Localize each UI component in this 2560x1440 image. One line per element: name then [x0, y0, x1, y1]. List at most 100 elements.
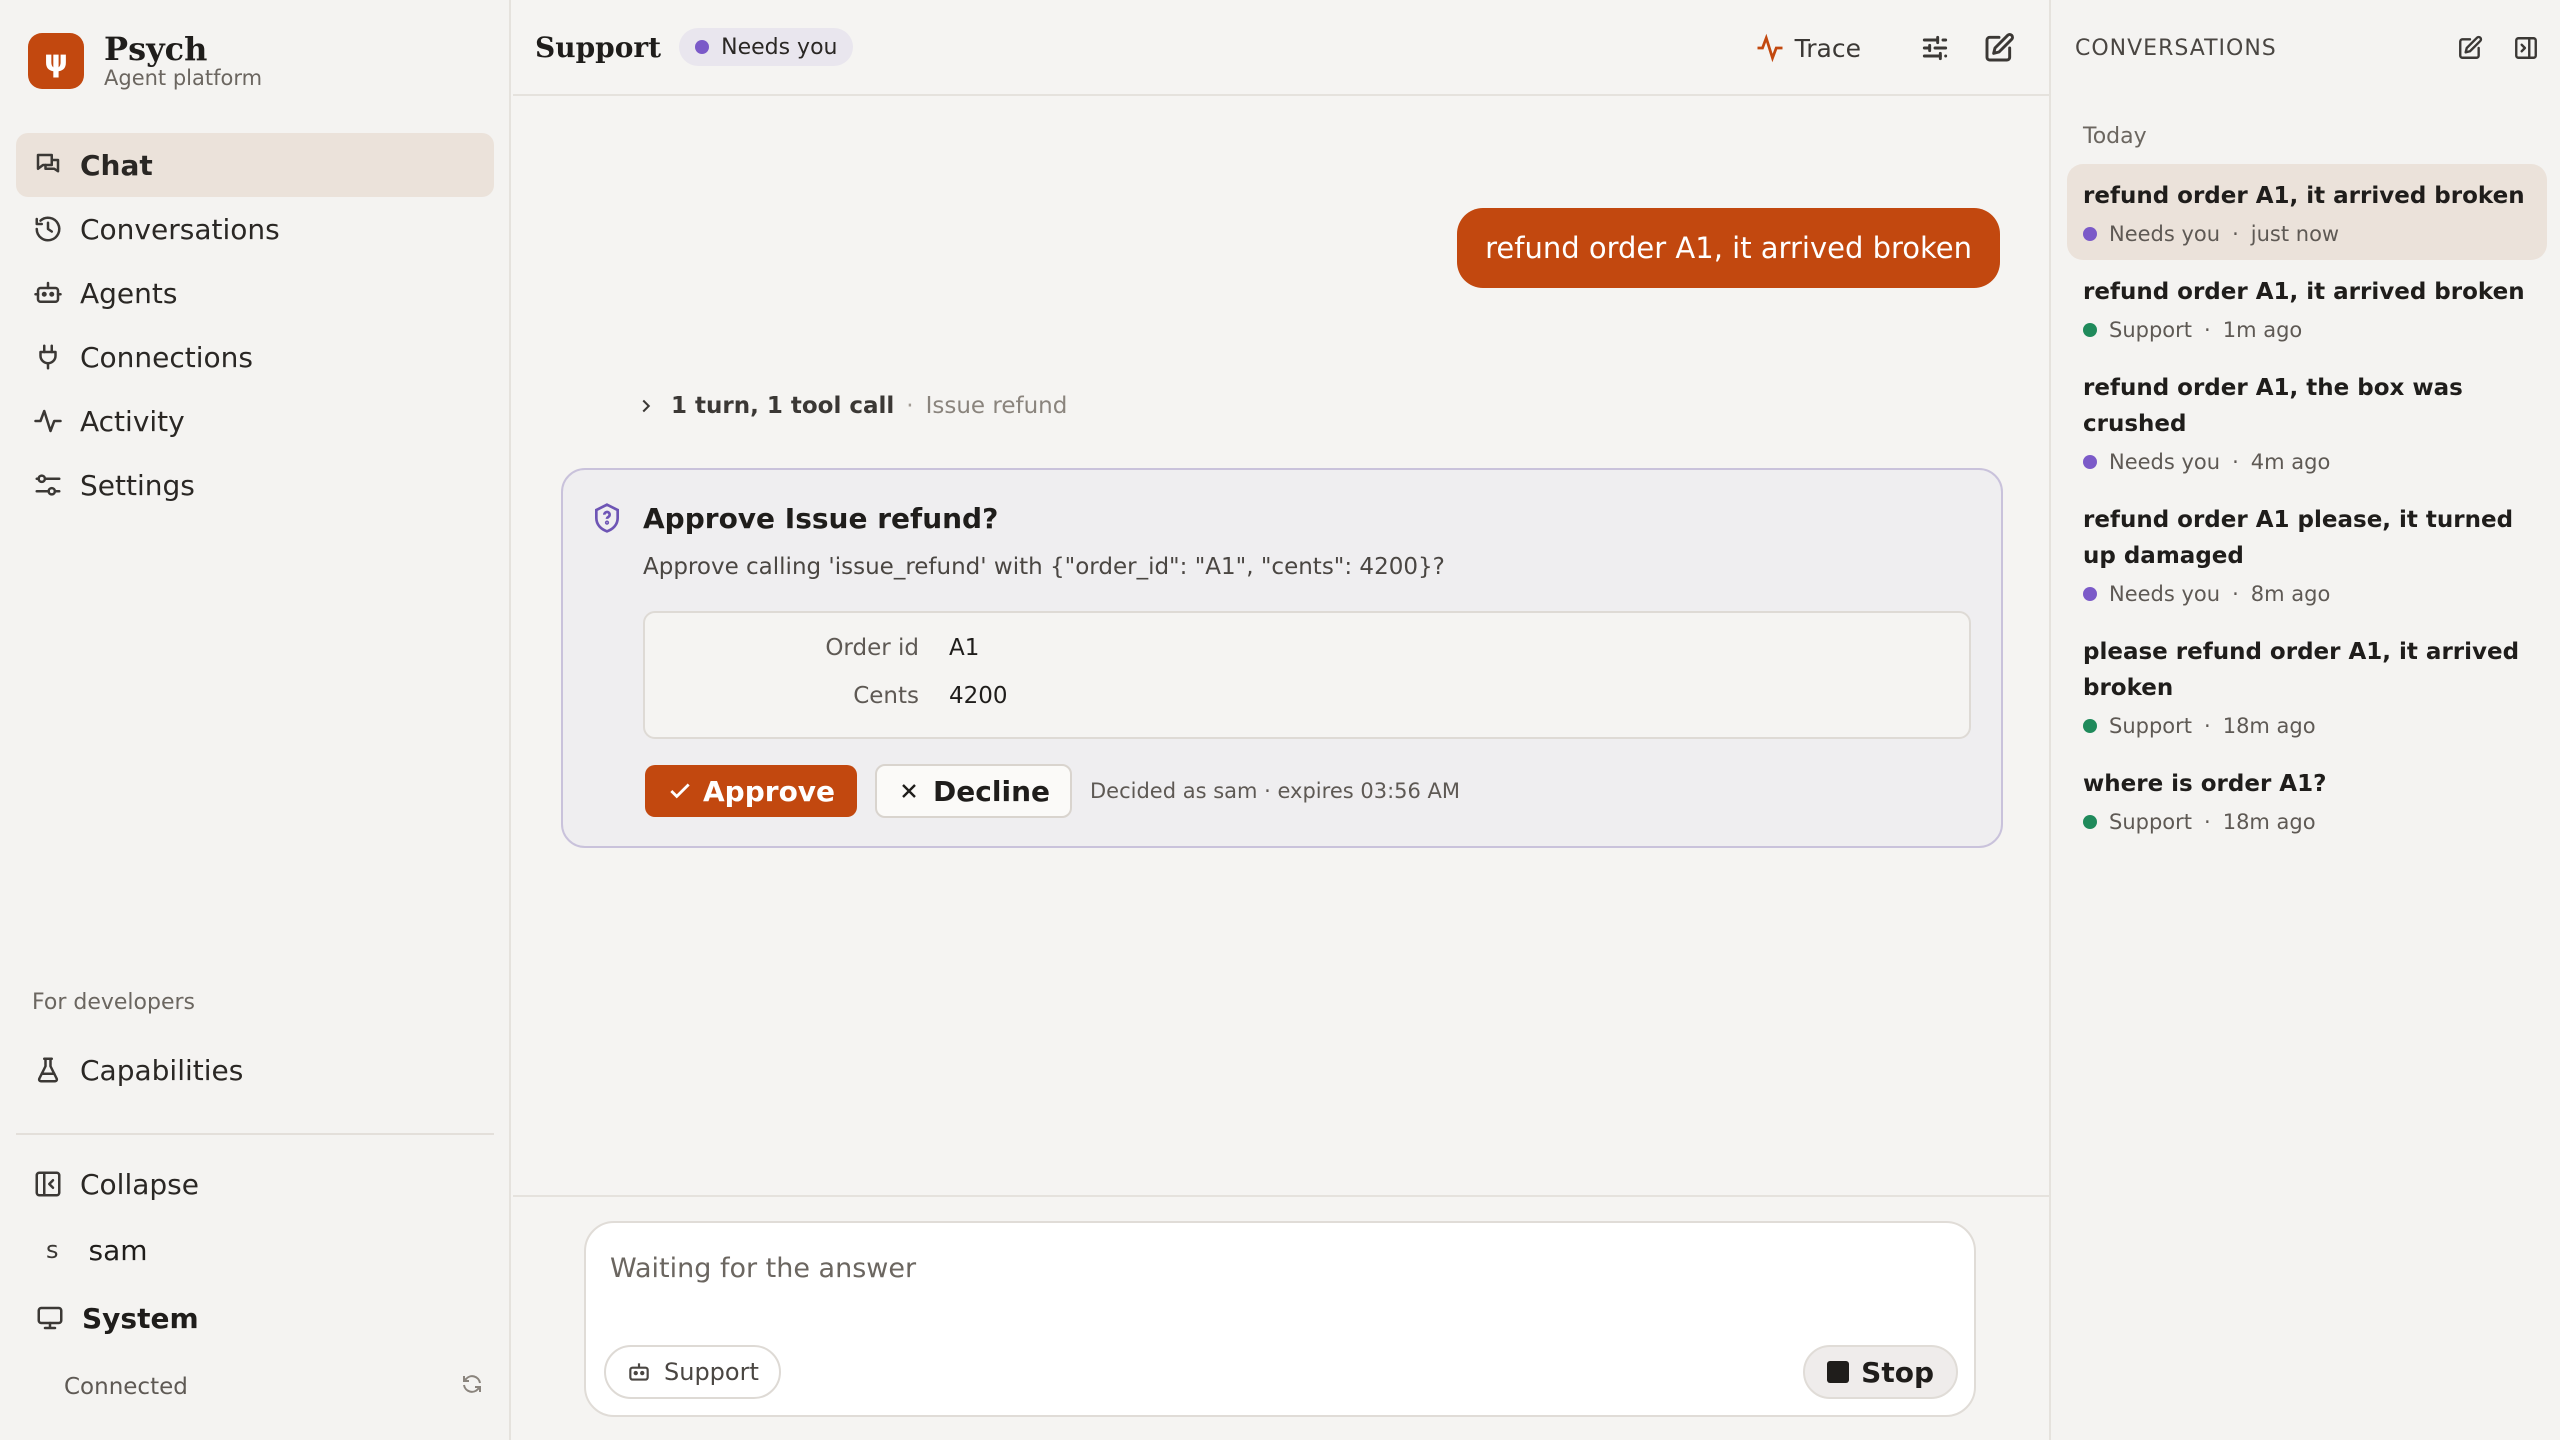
- conversation-title: refund order A1, it arrived broken: [2083, 183, 2525, 209]
- collapse-sidebar-icon: [32, 1168, 64, 1200]
- conversation-meta: Needs you · just now: [2083, 222, 2531, 246]
- decline-button[interactable]: Decline: [875, 764, 1072, 818]
- conversation-status: Needs you: [2109, 222, 2221, 246]
- stop-label: Stop: [1861, 1355, 1934, 1389]
- conversation-meta: Support · 1m ago: [2083, 318, 2531, 342]
- approve-button[interactable]: Approve: [645, 765, 858, 817]
- dev-nav: Capabilities: [16, 1038, 494, 1102]
- turn-count: 1 turn, 1 tool call: [671, 393, 895, 419]
- sidebar: ψ Psych Agent platform Chat Conversation…: [0, 0, 511, 1440]
- turn-separator: ·: [906, 393, 914, 419]
- chat-main: Support Needs you Trace refund order A1,…: [513, 0, 2049, 1440]
- nav-item-capabilities[interactable]: Capabilities: [16, 1038, 494, 1102]
- stop-icon: [1827, 1361, 1850, 1383]
- composer-area: Waiting for the answer Support Stop: [513, 1195, 2049, 1440]
- status-dot: [2083, 227, 2097, 241]
- sidebar-divider: [16, 1133, 494, 1135]
- conversation-status: Support: [2109, 318, 2193, 342]
- arg-value: A1: [949, 635, 980, 661]
- check-icon: [670, 783, 690, 799]
- close-icon: [902, 784, 916, 798]
- conversation-status: Needs you: [2109, 450, 2221, 474]
- meta-separator: ·: [2204, 318, 2211, 342]
- trace-label: Trace: [1794, 33, 1861, 63]
- approval-args: Order id A1 Cents 4200: [643, 611, 1971, 739]
- panel-right-icon: [2515, 37, 2537, 59]
- conversation-item[interactable]: refund order A1 please, it turned up dam…: [2067, 488, 2547, 620]
- agent-chip-label: Support: [664, 1358, 759, 1386]
- chat-header: Support Needs you Trace: [513, 0, 2049, 96]
- main-nav: Chat Conversations Agents Connections Ac…: [16, 133, 494, 517]
- avatar: s: [46, 1236, 59, 1264]
- sliders-icon: [32, 469, 64, 501]
- brand[interactable]: ψ Psych Agent platform: [28, 32, 262, 90]
- edit-icon: [2459, 35, 2483, 59]
- edit-icon: [1985, 33, 2014, 62]
- nav-item-label: Capabilities: [80, 1053, 244, 1087]
- activity-icon: [1757, 33, 1783, 63]
- approval-card: Approve Issue refund? Approve calling 'i…: [561, 468, 2003, 848]
- plug-icon: [32, 341, 64, 373]
- conversation-item[interactable]: refund order A1, it arrived broken Needs …: [2067, 164, 2547, 260]
- meta-separator: ·: [2204, 714, 2211, 738]
- refresh-icon[interactable]: [460, 1372, 484, 1402]
- robot-icon: [32, 277, 64, 309]
- status-dot: [695, 40, 710, 54]
- turn-summary[interactable]: 1 turn, 1 tool call · Issue refund: [635, 393, 1067, 419]
- nav-item-label: Conversations: [80, 212, 280, 246]
- connection-status: Connected: [64, 1372, 484, 1402]
- conversation-meta: Needs you · 8m ago: [2083, 582, 2531, 606]
- status-badge: Needs you: [679, 28, 854, 66]
- agent-chip[interactable]: Support: [604, 1345, 781, 1399]
- settings-button[interactable]: [1915, 28, 1955, 68]
- shield-icon: [591, 502, 623, 534]
- conversation-item[interactable]: refund order A1, the box was crushed Need…: [2067, 356, 2547, 488]
- system-menu[interactable]: System: [16, 1284, 494, 1352]
- sliders-icon: [1922, 35, 1948, 61]
- conversation-status: Needs you: [2109, 582, 2221, 606]
- status-dot: [2083, 587, 2097, 601]
- brand-logo: ψ: [28, 33, 84, 89]
- conversation-title: where is order A1?: [2083, 771, 2327, 797]
- group-label: Today: [2083, 124, 2147, 149]
- new-chat-button[interactable]: [1979, 28, 2019, 68]
- conversation-meta: Support · 18m ago: [2083, 714, 2531, 738]
- conversation-title: refund order A1 please, it turned up dam…: [2083, 507, 2514, 569]
- trace-button[interactable]: Trace: [1755, 33, 1861, 63]
- new-conversation-button[interactable]: [2452, 30, 2488, 66]
- dev-section-label: For developers: [32, 990, 196, 1015]
- nav-item-chat[interactable]: Chat: [16, 133, 494, 197]
- conversations-panel: CONVERSATIONS Today refund order A1, it …: [2049, 0, 2560, 1440]
- meta-separator: ·: [2232, 582, 2239, 606]
- user-menu[interactable]: s sam: [16, 1216, 494, 1284]
- chat-icon: [32, 149, 64, 181]
- stop-button[interactable]: Stop: [1803, 1345, 1958, 1399]
- status-dot: [2083, 815, 2097, 829]
- nav-item-label: Connections: [80, 340, 254, 374]
- conversation-title: refund order A1, it arrived broken: [2083, 279, 2525, 305]
- nav-item-conversations[interactable]: Conversations: [16, 197, 494, 261]
- robot-icon: [629, 1363, 649, 1381]
- status-dot: [2083, 719, 2097, 733]
- conversation-item[interactable]: please refund order A1, it arrived broke…: [2067, 620, 2547, 752]
- conversation-item[interactable]: refund order A1, it arrived broken Suppor…: [2067, 260, 2547, 356]
- nav-item-label: Agents: [80, 276, 178, 310]
- status-badge-label: Needs you: [721, 34, 838, 60]
- arg-key: Cents: [853, 683, 919, 709]
- decline-label: Decline: [933, 774, 1050, 808]
- user-name: sam: [88, 1233, 148, 1267]
- nav-item-label: Chat: [80, 148, 153, 182]
- nav-item-settings[interactable]: Settings: [16, 453, 494, 517]
- toggle-panel-button[interactable]: [2508, 30, 2544, 66]
- conversation-item[interactable]: where is order A1? Support · 18m ago: [2067, 752, 2547, 848]
- message-input[interactable]: Waiting for the answer: [610, 1253, 916, 1284]
- nav-item-agents[interactable]: Agents: [16, 261, 494, 325]
- conversation-meta: Support · 18m ago: [2083, 810, 2531, 834]
- approval-title: Approve Issue refund?: [643, 502, 999, 535]
- collapse-button[interactable]: Collapse: [16, 1152, 494, 1216]
- nav-item-activity[interactable]: Activity: [16, 389, 494, 453]
- nav-item-label: Activity: [80, 404, 185, 438]
- turn-tool: Issue refund: [925, 393, 1068, 419]
- nav-item-connections[interactable]: Connections: [16, 325, 494, 389]
- brand-subtitle: Agent platform: [104, 66, 263, 90]
